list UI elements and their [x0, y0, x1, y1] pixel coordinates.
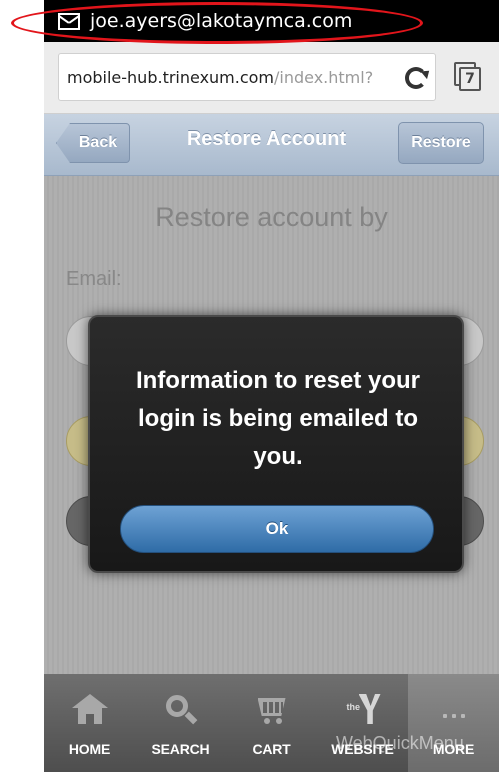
ok-button[interactable]: Ok	[120, 505, 434, 553]
browser-url-bar: mobile-hub.trinexum.com/index.html? 7	[44, 42, 499, 114]
tab-home[interactable]: HOME	[44, 674, 135, 772]
phone-screen: joe.ayers@lakotaymca.com mobile-hub.trin…	[44, 0, 499, 772]
tab-website[interactable]: the WEBSITE	[317, 674, 408, 772]
gmail-icon	[58, 12, 80, 30]
tab-more[interactable]: MORE	[408, 674, 499, 772]
tab-label: HOME	[68, 741, 111, 757]
tab-label: CART	[252, 741, 291, 757]
page-title: Restore Account	[186, 128, 347, 150]
back-button[interactable]: Back	[56, 123, 130, 163]
app-header: Back Restore Account Restore	[44, 114, 499, 176]
url-field[interactable]: mobile-hub.trinexum.com/index.html?	[58, 53, 436, 101]
home-icon	[71, 694, 108, 726]
tab-cart[interactable]: CART	[226, 674, 317, 772]
status-bar: joe.ayers@lakotaymca.com	[44, 0, 499, 42]
logo-the-text: the	[346, 702, 361, 712]
tab-label: WEBSITE	[331, 741, 394, 757]
tab-label: MORE	[432, 741, 475, 757]
account-email: joe.ayers@lakotaymca.com	[90, 10, 353, 32]
tab-count: 7	[459, 67, 481, 91]
tab-label: SEARCH	[151, 741, 210, 757]
dialog-message: Information to reset your login is being…	[135, 367, 421, 470]
tabs-icon[interactable]: 7	[454, 62, 482, 91]
more-dots-icon	[436, 694, 472, 726]
url-path: /index.html?	[274, 67, 374, 87]
bottom-tab-bar: HOME SEARCH CART the WEBSITE MORE	[44, 674, 499, 772]
left-margin	[0, 0, 44, 772]
tab-search[interactable]: SEARCH	[135, 674, 226, 772]
restore-button[interactable]: Restore	[398, 122, 484, 164]
search-icon	[163, 694, 199, 726]
reload-icon[interactable]	[405, 67, 427, 89]
url-host: mobile-hub.trinexum.com	[67, 67, 275, 87]
alert-dialog: Information to reset your login is being…	[88, 315, 464, 573]
ymca-logo-icon: the	[345, 694, 381, 726]
cart-icon	[254, 694, 290, 726]
